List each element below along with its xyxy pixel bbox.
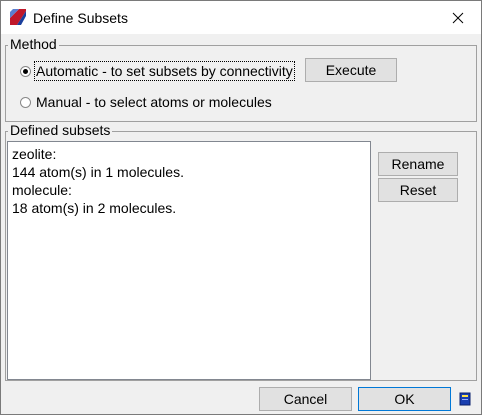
radio-automatic-indicator[interactable] <box>20 65 31 77</box>
subset-line: molecule: <box>12 182 72 198</box>
window-title: Define Subsets <box>33 10 128 26</box>
help-book-icon[interactable] <box>459 392 471 406</box>
dialog-window: Define Subsets Method Automatic - to set… <box>0 0 482 415</box>
radio-automatic-label[interactable]: Automatic - to set subsets by connectivi… <box>34 61 295 81</box>
subsets-group-label: Defined subsets <box>8 122 113 138</box>
reset-button[interactable]: Reset <box>378 178 458 202</box>
method-group-label: Method <box>8 36 59 52</box>
radio-manual-label[interactable]: Manual - to select atoms or molecules <box>35 93 273 111</box>
execute-button[interactable]: Execute <box>305 58 397 82</box>
subset-line: 18 atom(s) in 2 molecules. <box>12 200 177 216</box>
close-icon <box>452 12 464 23</box>
close-button[interactable] <box>435 1 481 34</box>
cancel-button[interactable]: Cancel <box>259 387 352 411</box>
subset-line: 144 atom(s) in 1 molecules. <box>12 164 184 180</box>
radio-automatic[interactable]: Automatic - to set subsets by connectivi… <box>20 61 295 81</box>
radio-manual[interactable]: Manual - to select atoms or molecules <box>20 93 273 111</box>
title-bar: Define Subsets <box>1 1 481 34</box>
radio-manual-indicator[interactable] <box>20 96 31 108</box>
ok-button[interactable]: OK <box>358 387 451 411</box>
app-icon <box>9 8 27 26</box>
subset-line: zeolite: <box>12 146 57 162</box>
subsets-list[interactable]: zeolite: 144 atom(s) in 1 molecules. mol… <box>7 141 371 380</box>
rename-button[interactable]: Rename <box>378 152 458 176</box>
